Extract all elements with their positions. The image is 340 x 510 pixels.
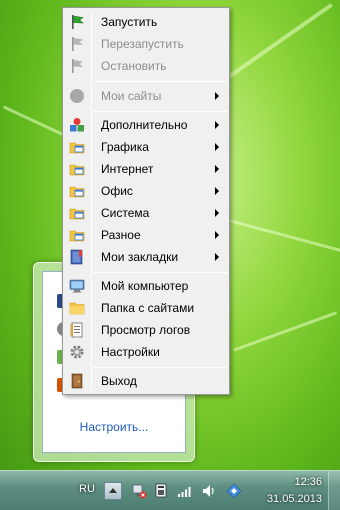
menu-item-view-logs[interactable]: Просмотр логов — [65, 319, 227, 341]
menu-item-internet[interactable]: Интернет — [65, 158, 227, 180]
log-document-icon — [70, 322, 83, 338]
menu-item-label: Мои сайты — [101, 89, 162, 103]
submenu-arrow-icon — [215, 187, 219, 195]
show-desktop-button[interactable] — [328, 471, 340, 510]
show-hidden-icons-button[interactable] — [104, 482, 122, 500]
submenu-arrow-icon — [215, 165, 219, 173]
submenu-arrow-icon — [215, 143, 219, 151]
menu-separator — [93, 81, 227, 82]
menu-item-label: Система — [101, 206, 150, 220]
menu-item-bookmarks[interactable]: Мои закладки — [65, 246, 227, 268]
green-flag-icon — [72, 15, 84, 29]
gray-circle-icon — [70, 89, 84, 103]
folder-window-icon — [69, 230, 85, 242]
gear-icon — [70, 345, 84, 359]
menu-item-label: Офис — [101, 184, 133, 198]
customize-link[interactable]: Настроить... — [43, 420, 185, 434]
menu-item-label: Перезапустить — [101, 37, 184, 51]
remote-monitor-icon[interactable] — [153, 483, 169, 499]
menu-item-label: Графика — [101, 140, 149, 154]
folder-window-icon — [69, 164, 85, 176]
network-error-icon[interactable] — [131, 483, 147, 499]
submenu-arrow-icon — [215, 253, 219, 261]
menu-item-exit[interactable]: Выход — [65, 370, 227, 392]
menu-item-stop[interactable]: Остановить — [65, 55, 227, 77]
folder-window-icon — [69, 142, 85, 154]
clock-date[interactable]: 31.05.2013 — [267, 493, 322, 505]
language-indicator[interactable]: RU — [79, 483, 95, 495]
volume-icon[interactable] — [201, 483, 217, 499]
submenu-arrow-icon — [215, 121, 219, 129]
menu-item-label: Просмотр логов — [101, 323, 191, 337]
signal-strength-icon[interactable] — [177, 483, 193, 499]
menu-item-my-computer[interactable]: Мой компьютер — [65, 275, 227, 297]
computer-icon — [69, 279, 85, 293]
menu-item-misc[interactable]: Разное — [65, 224, 227, 246]
menu-item-label: Мои закладки — [101, 250, 179, 264]
folder-window-icon — [69, 186, 85, 198]
folder-window-icon — [69, 208, 85, 220]
colored-shapes-icon — [70, 118, 84, 132]
menu-item-label: Остановить — [101, 59, 167, 73]
tray-context-menu: Запустить Перезапустить Остановить Мои с… — [62, 7, 230, 395]
submenu-arrow-icon — [215, 92, 219, 100]
menu-item-label: Разное — [101, 228, 141, 242]
menu-item-label: Запустить — [101, 15, 158, 29]
menu-item-label: Выход — [101, 374, 137, 388]
submenu-arrow-icon — [215, 231, 219, 239]
gray-flag-icon — [72, 37, 83, 51]
taskbar: RU 12:36 31.05.2013 — [0, 470, 340, 510]
bookmarks-book-icon — [70, 249, 83, 265]
menu-item-office[interactable]: Офис — [65, 180, 227, 202]
menu-item-sites-folder[interactable]: Папка с сайтами — [65, 297, 227, 319]
menu-item-extra[interactable]: Дополнительно — [65, 114, 227, 136]
clock-time[interactable]: 12:36 — [294, 476, 322, 488]
menu-separator — [93, 367, 227, 368]
menu-item-label: Дополнительно — [101, 118, 188, 132]
app-tray-icon[interactable] — [226, 483, 242, 499]
menu-item-settings[interactable]: Настройки — [65, 341, 227, 363]
menu-item-label: Мой компьютер — [101, 279, 189, 293]
folder-icon — [69, 302, 85, 315]
exit-door-icon — [71, 373, 83, 389]
menu-item-system[interactable]: Система — [65, 202, 227, 224]
menu-item-label: Интернет — [101, 162, 154, 176]
menu-item-label: Настройки — [101, 345, 160, 359]
gray-flag-icon — [72, 59, 83, 73]
menu-separator — [93, 272, 227, 273]
menu-item-restart[interactable]: Перезапустить — [65, 33, 227, 55]
menu-item-my-sites[interactable]: Мои сайты — [65, 85, 227, 107]
menu-item-start[interactable]: Запустить — [65, 11, 227, 33]
menu-item-label: Папка с сайтами — [101, 301, 195, 315]
menu-item-graphics[interactable]: Графика — [65, 136, 227, 158]
submenu-arrow-icon — [215, 209, 219, 217]
menu-separator — [93, 111, 227, 112]
